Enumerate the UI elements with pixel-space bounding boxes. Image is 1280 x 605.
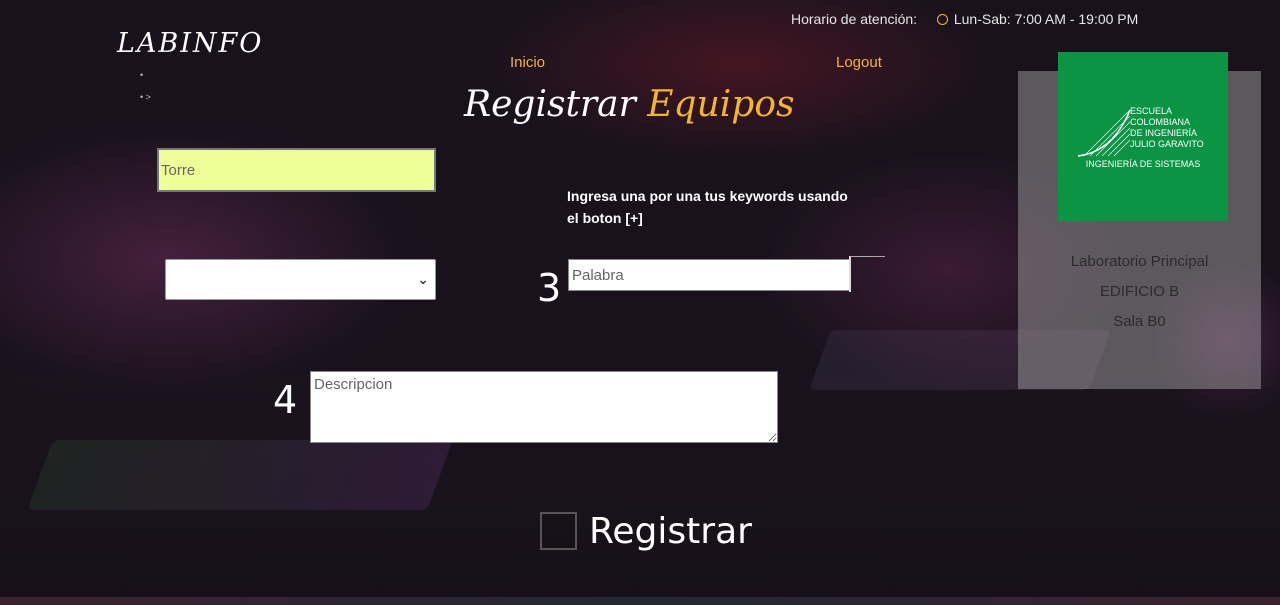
nav-dots: • • > bbox=[140, 70, 151, 102]
keywords-hint: Ingresa una por una tus keywords usando … bbox=[567, 188, 848, 226]
brand-logo[interactable]: LABINFO bbox=[117, 28, 263, 59]
lab-room: Sala B0 bbox=[1113, 313, 1166, 330]
business-hours: Horario de atención: Lun-Sab: 7:00 AM - … bbox=[791, 11, 1138, 27]
logo-line: Colombiana bbox=[1130, 117, 1191, 127]
hours-label: Horario de atención: bbox=[791, 11, 918, 27]
category-select[interactable]: ⌄ bbox=[165, 259, 436, 300]
title-main: Registrar bbox=[464, 84, 636, 125]
clock-icon bbox=[936, 14, 948, 25]
keyword-input[interactable] bbox=[568, 259, 851, 291]
logo-department: INGENIERÍA DE SISTEMAS bbox=[1085, 159, 1201, 169]
step-number-3: 3 bbox=[537, 266, 562, 310]
lab-name: Laboratorio Principal bbox=[1070, 253, 1209, 270]
hours-value: Lun-Sab: 7:00 AM - 19:00 PM bbox=[953, 11, 1139, 27]
step-number-4: 4 bbox=[273, 378, 298, 422]
description-textarea[interactable] bbox=[310, 371, 778, 443]
register-button[interactable]: Registrar bbox=[540, 509, 752, 553]
logo-line: Julio Garavito bbox=[1130, 139, 1204, 149]
torre-input[interactable] bbox=[157, 148, 436, 192]
logo-line: Escuela bbox=[1130, 106, 1173, 116]
page-title: Registrar Equipos bbox=[464, 84, 794, 125]
university-logo: Escuela Colombiana de Ingeniería Julio G… bbox=[1058, 52, 1228, 221]
nav-inicio-link[interactable]: Inicio bbox=[510, 54, 545, 71]
chevron-down-icon: ⌄ bbox=[417, 271, 429, 287]
lab-building: EDIFICIO B bbox=[1099, 283, 1180, 300]
add-keyword-button[interactable] bbox=[849, 256, 885, 292]
register-checkbox[interactable] bbox=[540, 512, 577, 550]
title-accent: Equipos bbox=[647, 84, 795, 125]
nav-logout-link[interactable]: Logout bbox=[836, 54, 882, 71]
register-label: Registrar bbox=[589, 510, 752, 552]
logo-line: de Ingeniería bbox=[1130, 128, 1198, 138]
